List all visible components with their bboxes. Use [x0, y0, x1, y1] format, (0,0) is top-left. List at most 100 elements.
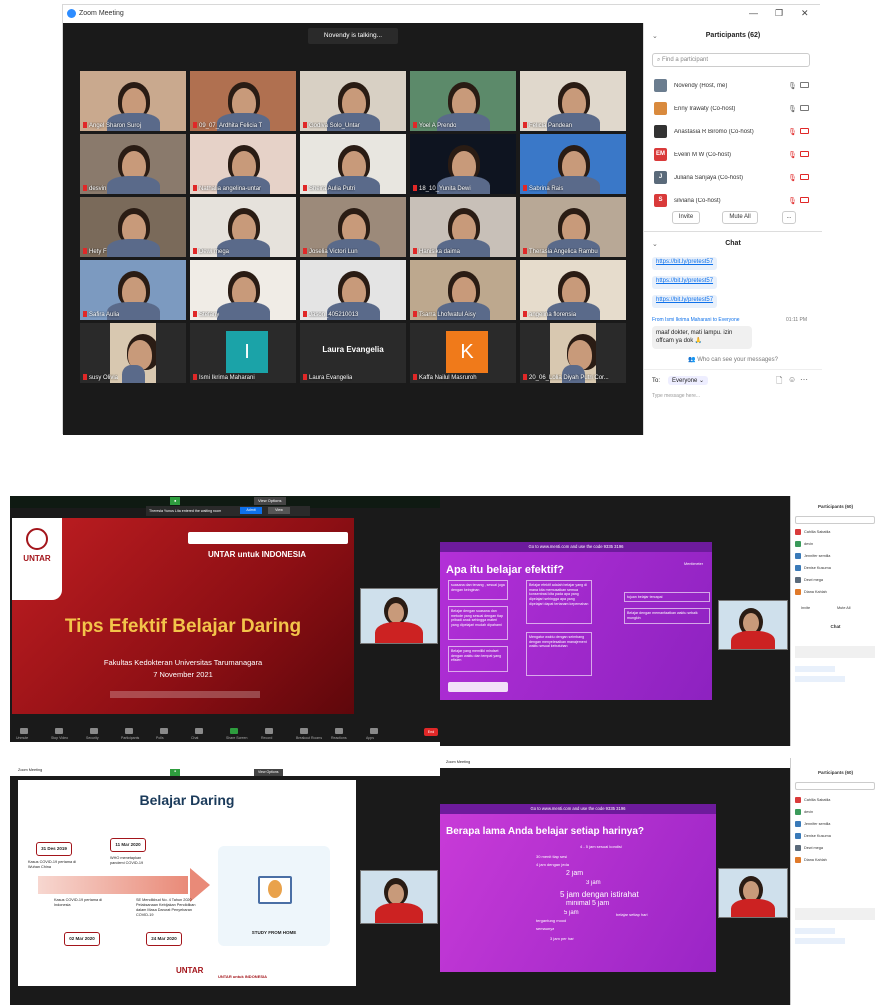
more-button[interactable]: ... — [782, 211, 796, 224]
word-cloud-entry: minimal 5 jam — [566, 900, 610, 907]
file-icon[interactable]: 🗋 — [776, 375, 782, 389]
participant-video-tile[interactable]: Godiva Solo_Untar — [300, 71, 406, 131]
muted-mic-icon[interactable]: 🎙 — [788, 174, 797, 182]
toolbar-icon[interactable] — [160, 728, 168, 734]
camera-icon[interactable] — [800, 174, 809, 180]
title-slide: UNTAR UNTAR untuk INDONESIA Tips Efektif… — [12, 518, 354, 714]
mute-all-button[interactable]: Mute All — [837, 606, 851, 610]
participant-video-tile[interactable]: Therasia Angelica Rambu — [520, 197, 626, 257]
minimize-button[interactable]: — — [749, 8, 758, 18]
mic-icon[interactable]: 🎙 — [788, 105, 797, 113]
participant-video-tile[interactable]: Sheira Aulia Putri — [300, 134, 406, 194]
participant-video-tile[interactable]: K Kaffa Nailul Masruroh — [410, 323, 516, 383]
participant-video-tile[interactable]: Hety F — [80, 197, 186, 257]
end-button[interactable]: End — [424, 728, 438, 736]
participant-row[interactable]: Cahllia Sabatila — [795, 528, 880, 536]
toolbar-icon[interactable] — [55, 728, 63, 734]
camera-icon[interactable] — [800, 82, 809, 88]
toolbar-icon[interactable] — [300, 728, 308, 734]
toolbar-icon[interactable] — [20, 728, 28, 734]
mic-icon[interactable]: 🎙 — [788, 82, 797, 90]
participant-row[interactable]: Diana Kahlah — [795, 588, 880, 596]
participant-video-tile[interactable]: Sabrina Rais — [520, 134, 626, 194]
participant-video-tile[interactable]: Dewi mega — [190, 197, 296, 257]
mute-all-button[interactable]: Mute All — [722, 211, 758, 224]
recipient-dropdown[interactable]: Everyone ⌄ — [668, 376, 709, 385]
participant-name: Dewi mega — [804, 846, 823, 850]
participant-video-tile[interactable]: Safira Aulia — [80, 260, 186, 320]
toolbar-icon[interactable] — [195, 728, 203, 734]
toolbar-icon[interactable] — [335, 728, 343, 734]
camera-icon[interactable] — [800, 151, 809, 157]
participant-row[interactable]: Jennifer semilla — [795, 552, 880, 560]
presenter-controls[interactable] — [448, 682, 508, 692]
participant-row[interactable]: Anastasia R Biromo (Co-host) 🎙 — [652, 122, 812, 142]
participant-row[interactable]: Enny Irawaty (Co-host) 🎙 — [652, 99, 812, 119]
participant-video-tile[interactable]: Yoel A Prendo — [410, 71, 516, 131]
participant-search-input[interactable] — [795, 782, 875, 790]
camera-icon[interactable] — [800, 105, 809, 111]
camera-icon[interactable] — [800, 128, 809, 134]
admit-button[interactable]: Admit — [240, 507, 262, 514]
participant-row[interactable]: Denise Kusuma — [795, 832, 880, 840]
participant-row[interactable]: Cahllia Sabatila — [795, 796, 880, 804]
toolbar-icon[interactable] — [265, 728, 273, 734]
zoom-toolbar — [10, 991, 440, 1005]
invite-button[interactable]: Invite — [672, 211, 700, 224]
participant-search-input[interactable] — [795, 516, 875, 524]
participant-video-tile[interactable]: angelina florensia — [520, 260, 626, 320]
emoji-icon[interactable]: ☺ — [788, 375, 796, 384]
participant-video-tile[interactable]: 18_10_Yunita Dewi — [410, 134, 516, 194]
chat-link[interactable]: https://bit.ly/pretest57 — [652, 257, 718, 270]
participant-row[interactable]: devin — [795, 808, 880, 816]
toolbar-icon[interactable] — [230, 728, 238, 734]
chat-input[interactable]: Type message here... — [652, 393, 700, 399]
participant-video-tile[interactable]: Angel Sharon Suroj — [80, 71, 186, 131]
participant-row[interactable]: Diana Kahlah — [795, 856, 880, 864]
toolbar-icon[interactable] — [125, 728, 133, 734]
participant-row[interactable]: Novendy (Host, me) 🎙 — [652, 76, 812, 96]
maximize-button[interactable]: ❐ — [775, 8, 783, 19]
participant-video-tile[interactable]: Nathalia angelina-untar — [190, 134, 296, 194]
participant-video-tile[interactable]: Tsarra Lhofwatul Aisy — [410, 260, 516, 320]
participant-video-tile[interactable]: Laura Evangelia Laura Evangelia — [300, 323, 406, 383]
participant-video-tile[interactable]: 09_07_Ardhita Felicia T — [190, 71, 296, 131]
participant-row[interactable]: devin — [795, 540, 880, 548]
participant-video-tile[interactable]: Felicia Pandean — [520, 71, 626, 131]
participant-video-tile[interactable]: I Ismi Ikrima Maharani — [190, 323, 296, 383]
participant-name: Evelin M W (Co-host) — [674, 152, 732, 158]
muted-mic-icon — [83, 311, 87, 317]
participant-video-tile[interactable]: Stefany — [190, 260, 296, 320]
participant-row[interactable]: Dewi mega — [795, 844, 880, 852]
participant-video-tile[interactable]: susy Olivia — [80, 323, 186, 383]
participant-row[interactable]: Jennifer semilla — [795, 820, 880, 828]
toolbar-icon[interactable] — [370, 728, 378, 734]
muted-mic-icon[interactable]: 🎙 — [788, 151, 797, 159]
more-icon[interactable]: ⋯ — [800, 375, 808, 384]
chat-link[interactable]: https://bit.ly/pretest57 — [652, 295, 718, 308]
participant-search-input[interactable]: ⌕ Find a participant — [652, 53, 810, 67]
participant-row[interactable]: Ssilviana (Co-host) 🎙 — [652, 191, 812, 211]
camera-icon[interactable] — [800, 197, 809, 203]
participant-row[interactable]: Denise Kusuma — [795, 564, 880, 572]
who-can-see-link[interactable]: 👥 Who can see your messages? — [644, 356, 822, 363]
invite-button[interactable]: Invite — [801, 606, 810, 610]
muted-mic-icon — [413, 311, 417, 317]
participant-video-tile[interactable]: Jason_405210013 — [300, 260, 406, 320]
participant-row[interactable]: Dewi mega — [795, 576, 880, 584]
toolbar-icon[interactable] — [90, 728, 98, 734]
view-button[interactable]: View — [268, 507, 290, 514]
view-options-button[interactable]: View Options — [254, 769, 283, 776]
participant-name: Jennifer semilla — [804, 822, 831, 826]
close-button[interactable]: ✕ — [801, 8, 809, 19]
muted-mic-icon[interactable]: 🎙 — [788, 197, 797, 205]
participant-row[interactable]: EM Evelin M W (Co-host) 🎙 — [652, 145, 812, 165]
participant-video-tile[interactable]: desvin — [80, 134, 186, 194]
participant-video-tile[interactable]: Joselia Victori Lun — [300, 197, 406, 257]
chat-link[interactable]: https://bit.ly/pretest57 — [652, 276, 718, 289]
participant-video-tile[interactable]: 20_06_Lolia Diyah Putri Cor... — [520, 323, 626, 383]
view-options-button[interactable]: View Options — [254, 497, 286, 505]
participant-row[interactable]: J Juliana Sanjaya (Co-host) 🎙 — [652, 168, 812, 188]
muted-mic-icon[interactable]: 🎙 — [788, 128, 797, 136]
participant-video-tile[interactable]: Hanisika daima — [410, 197, 516, 257]
